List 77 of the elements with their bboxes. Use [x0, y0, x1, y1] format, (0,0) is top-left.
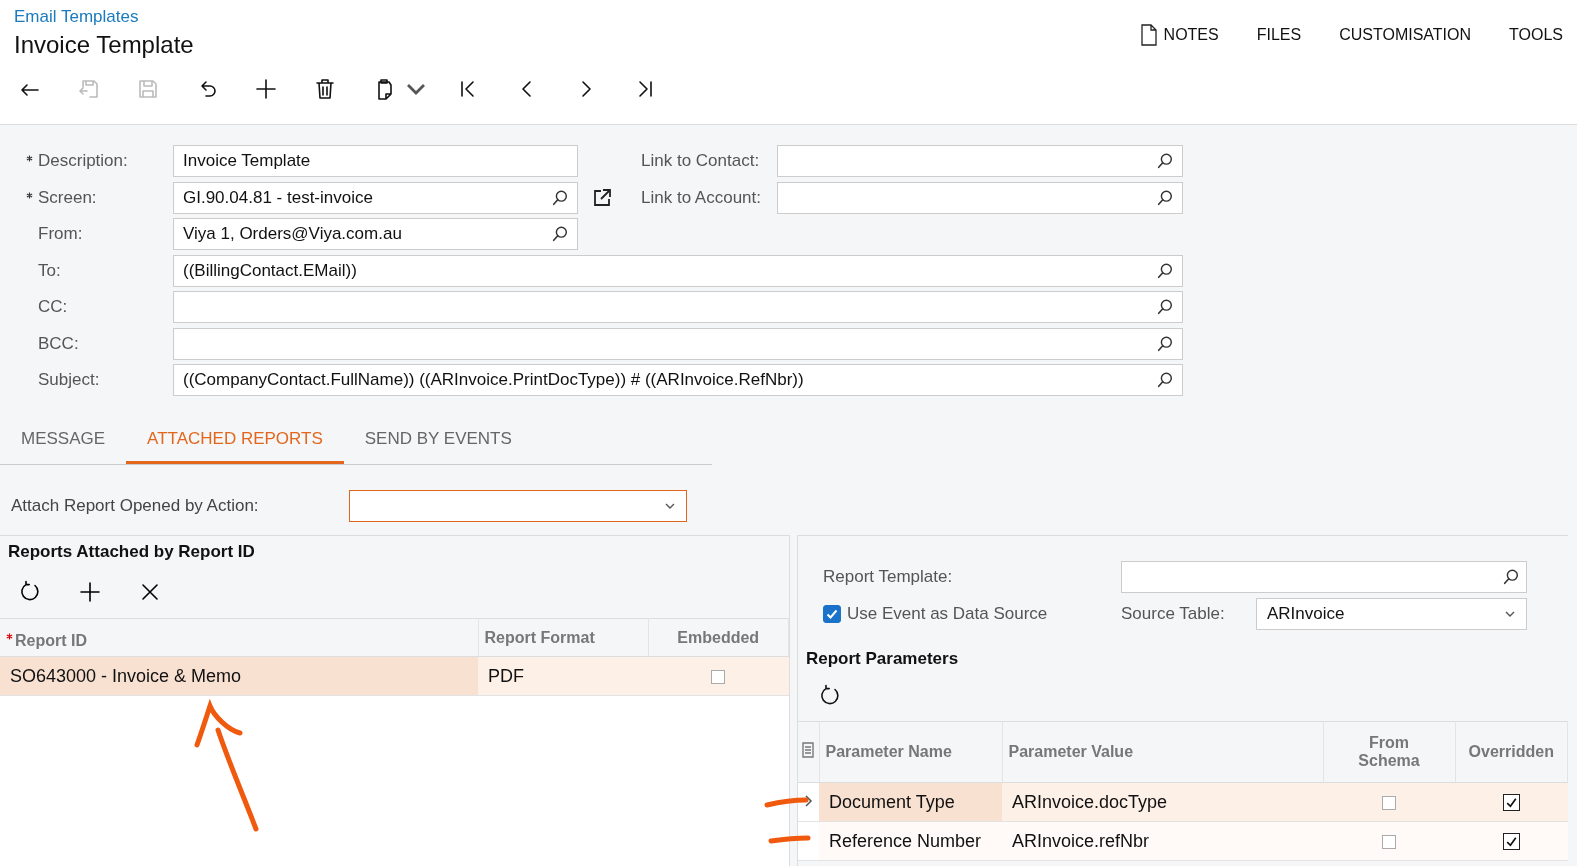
input-field[interactable]: Viya 1, Orders@Viya.com.au: [173, 218, 578, 250]
panel-title: Report Parameters: [805, 648, 960, 670]
field-label: Source Table:: [1121, 604, 1226, 624]
table-cell: Document Type: [819, 782, 1002, 822]
search-icon[interactable]: [1156, 261, 1174, 280]
table-cell: ARInvoice.docType: [1002, 782, 1323, 822]
row-indicator-icon: [803, 793, 814, 808]
add-icon: [254, 77, 278, 101]
save-icon: [136, 77, 160, 101]
field-label: Attach Report Opened by Action:: [11, 496, 260, 516]
table-cell: PDF: [478, 656, 648, 696]
field-label: CC:: [37, 297, 68, 317]
input-field[interactable]: [777, 181, 1183, 214]
column-header[interactable]: From Schema: [1323, 721, 1455, 783]
search-icon[interactable]: [551, 225, 569, 243]
field-label: Report Template:: [823, 567, 954, 587]
column-header[interactable]: Report ID: [15, 631, 87, 650]
column-header[interactable]: Parameter Value: [1002, 721, 1323, 783]
checkbox[interactable]: [711, 669, 726, 684]
field-label: From:: [37, 224, 83, 244]
breadcrumb-link[interactable]: Email Templates: [14, 7, 139, 26]
dash-annotation: [764, 797, 809, 808]
field-label: To:: [37, 260, 61, 281]
tab[interactable]: ATTACHED REPORTS: [126, 414, 344, 464]
trash-icon: [313, 77, 337, 101]
add-icon: [78, 580, 102, 604]
column-header[interactable]: Overridden: [1455, 721, 1568, 783]
checkbox[interactable]: [823, 605, 841, 623]
field-label: Subject:: [37, 370, 100, 390]
table-cell: ARInvoice.refNbr: [1002, 821, 1323, 861]
field-label: Link to Account:: [641, 186, 763, 209]
search-icon[interactable]: [1156, 371, 1174, 389]
checkbox[interactable]: [1502, 833, 1520, 851]
checkbox[interactable]: [1382, 795, 1396, 810]
input-field[interactable]: [173, 327, 1183, 360]
external-link-icon[interactable]: [592, 187, 612, 208]
search-icon[interactable]: [1156, 188, 1174, 207]
search-icon[interactable]: [551, 188, 569, 207]
field-label: Screen:: [38, 187, 97, 208]
required-icon: [26, 155, 33, 162]
field-label: Link to Contact:: [641, 150, 761, 172]
input-field[interactable]: GI.90.04.81 - test-invoice: [173, 181, 578, 214]
page-title: Invoice Template: [14, 31, 194, 59]
checkbox-label: Use Event as Data Source: [847, 604, 1048, 624]
dropdown[interactable]: [349, 490, 687, 522]
column-header[interactable]: Parameter Name: [819, 721, 1002, 783]
checkbox[interactable]: [1382, 834, 1396, 849]
input-field[interactable]: [1121, 561, 1527, 593]
search-icon[interactable]: [1156, 152, 1174, 170]
table-cell: SO643000 - Invoice & Memo: [0, 656, 478, 696]
field-label: Description:: [38, 151, 128, 171]
save-close-icon: [77, 77, 101, 101]
panel-title: Reports Attached by Report ID: [7, 541, 256, 563]
input-field[interactable]: [173, 291, 1183, 323]
column-chooser-icon[interactable]: [801, 742, 816, 758]
menu-item[interactable]: TOOLS: [1509, 11, 1563, 59]
input-field[interactable]: [777, 145, 1183, 177]
checkbox[interactable]: [1502, 794, 1520, 812]
menu-item[interactable]: NOTES: [1139, 11, 1219, 59]
input-field[interactable]: Invoice Template: [173, 145, 578, 177]
search-icon[interactable]: [1156, 334, 1174, 353]
required-icon: [6, 632, 13, 640]
document-icon: [1139, 24, 1158, 46]
search-icon[interactable]: [1156, 298, 1174, 316]
field-label: BCC:: [37, 333, 79, 354]
dropdown[interactable]: ARInvoice: [1256, 598, 1527, 630]
required-icon: [26, 191, 33, 199]
input-field[interactable]: ((BillingContact.EMail)): [173, 254, 1183, 287]
tab[interactable]: SEND BY EVENTS: [343, 414, 533, 464]
table-cell: Reference Number: [819, 821, 1002, 861]
search-icon[interactable]: [1502, 568, 1520, 586]
menu-item[interactable]: CUSTOMISATION: [1339, 11, 1472, 59]
tab[interactable]: MESSAGE: [0, 414, 127, 464]
input-field[interactable]: ((CompanyContact.FullName)) ((ARInvoice.PrintDocType)) # ((ARInvoice.RefNbr)): [173, 364, 1183, 396]
toolbar-button[interactable]: [78, 580, 102, 604]
menu-item[interactable]: FILES: [1256, 11, 1302, 59]
dash-annotation: [768, 835, 811, 844]
